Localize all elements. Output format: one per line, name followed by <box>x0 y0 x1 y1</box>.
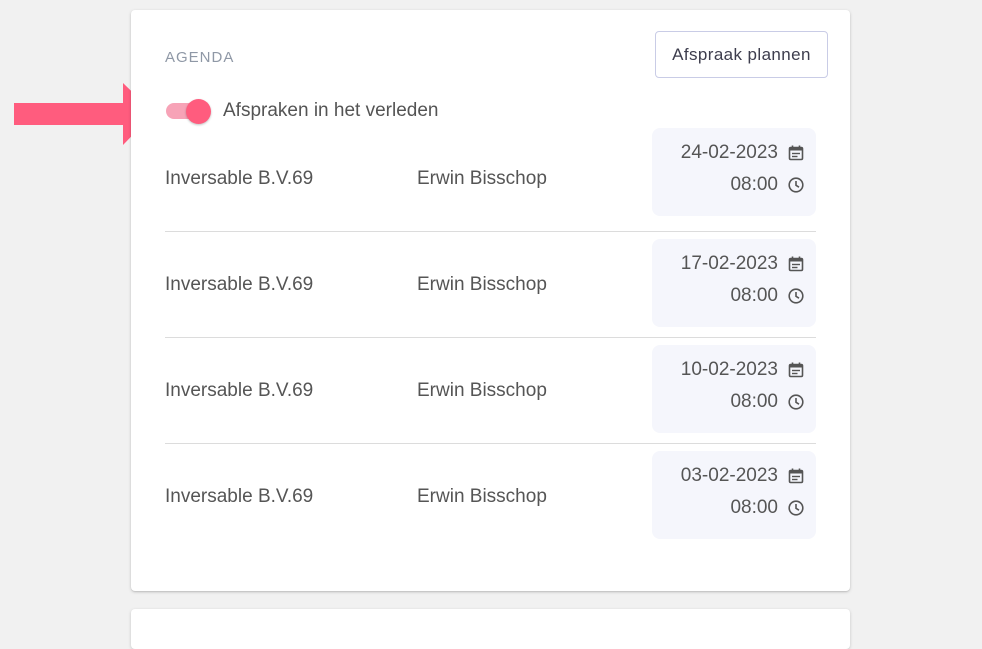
past-appointments-toggle-row: Afspraken in het verleden <box>165 98 438 124</box>
appointment-date: 24-02-2023 <box>680 142 778 163</box>
appointment-contact: Erwin Bisschop <box>417 485 547 507</box>
appointment-company: Inversable B.V.69 <box>165 379 314 401</box>
calendar-icon <box>788 145 804 161</box>
appointment-datetime: 03-02-2023 08:00 <box>652 451 816 539</box>
appointment-time: 08:00 <box>730 174 778 195</box>
section-title: AGENDA <box>165 49 235 66</box>
agenda-card: AGENDA Afspraak plannen Afspraken in het… <box>131 10 850 591</box>
clock-icon <box>788 177 804 193</box>
appointment-time: 08:00 <box>730 391 778 412</box>
appointment-company: Inversable B.V.69 <box>165 167 314 189</box>
plan-appointment-button[interactable]: Afspraak plannen <box>655 31 828 78</box>
clock-icon <box>788 288 804 304</box>
calendar-icon <box>788 468 804 484</box>
appointment-row[interactable]: Inversable B.V.69 Erwin Bisschop 24-02-2… <box>165 126 816 232</box>
appointment-time: 08:00 <box>730 497 778 518</box>
clock-icon <box>788 500 804 516</box>
appointment-company: Inversable B.V.69 <box>165 273 314 295</box>
appointment-datetime: 10-02-2023 08:00 <box>652 345 816 433</box>
appointment-row[interactable]: Inversable B.V.69 Erwin Bisschop 17-02-2… <box>165 232 816 338</box>
appointment-row[interactable]: Inversable B.V.69 Erwin Bisschop 10-02-2… <box>165 338 816 444</box>
appointment-company: Inversable B.V.69 <box>165 485 314 507</box>
appointment-datetime: 17-02-2023 08:00 <box>652 239 816 327</box>
appointment-date: 17-02-2023 <box>680 253 778 274</box>
appointment-time: 08:00 <box>730 285 778 306</box>
clock-icon <box>788 394 804 410</box>
next-card <box>131 609 850 649</box>
past-appointments-toggle[interactable] <box>165 98 211 124</box>
appointment-date: 03-02-2023 <box>680 465 778 486</box>
calendar-icon <box>788 362 804 378</box>
calendar-icon <box>788 256 804 272</box>
appointment-contact: Erwin Bisschop <box>417 167 547 189</box>
appointment-date: 10-02-2023 <box>680 359 778 380</box>
appointment-datetime: 24-02-2023 08:00 <box>652 128 816 216</box>
appointment-row[interactable]: Inversable B.V.69 Erwin Bisschop 03-02-2… <box>165 444 816 549</box>
past-appointments-label[interactable]: Afspraken in het verleden <box>223 100 438 122</box>
toggle-thumb <box>186 99 211 124</box>
appointment-list: Inversable B.V.69 Erwin Bisschop 24-02-2… <box>165 126 816 549</box>
appointment-contact: Erwin Bisschop <box>417 273 547 295</box>
appointment-contact: Erwin Bisschop <box>417 379 547 401</box>
